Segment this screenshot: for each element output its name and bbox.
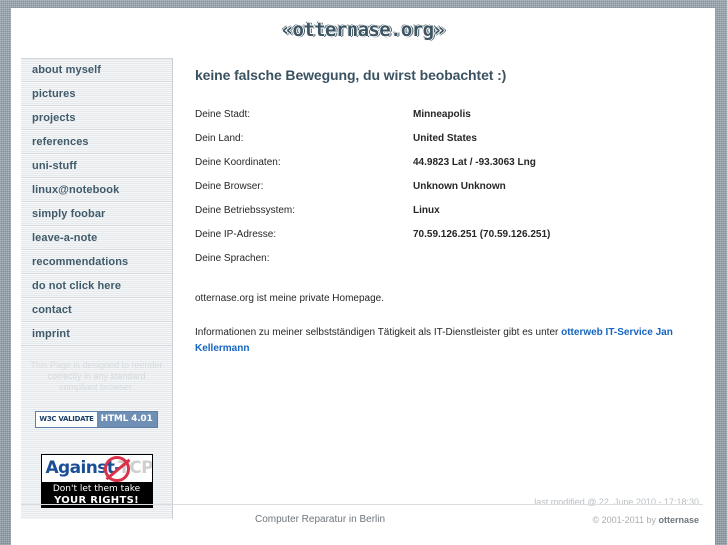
table-row: Deine Sprachen:	[195, 253, 550, 277]
site-footer: Computer Reparatur in Berlin © 2001-2011…	[21, 504, 703, 539]
info-label: Deine Koordinaten:	[195, 157, 281, 168]
info-value: United States	[413, 133, 477, 144]
service-paragraph: Informationen zu meiner selbstständigen …	[195, 325, 680, 357]
against-tcpa-badge[interactable]: Against-TCPA Don't let them take YOUR RI…	[40, 454, 153, 508]
sidebar-item-imprint[interactable]: imprint	[21, 322, 172, 346]
site-logo[interactable]: «otternase.org»	[11, 19, 715, 41]
tcpa-slogan-line1: Don't let them take	[52, 484, 141, 494]
sidebar-item-uni-stuff[interactable]: uni-stuff	[21, 154, 172, 178]
intro-paragraph: otternase.org ist meine private Homepage…	[195, 293, 384, 304]
tcpa-badge-title: Against-TCPA	[41, 455, 152, 482]
table-row: Deine Stadt: Minneapolis	[195, 109, 550, 133]
sidebar-nav: about myself pictures projects references un…	[21, 58, 172, 346]
service-paragraph-text: Informationen zu meiner selbstständigen …	[195, 327, 562, 338]
table-row: Deine Browser: Unknown Unknown	[195, 181, 550, 205]
info-value: Unknown Unknown	[413, 181, 506, 192]
sidebar-item-contact[interactable]: contact	[21, 298, 172, 322]
info-value: 44.9823 Lat / -93.3063 Lng	[413, 157, 536, 168]
info-label: Deine IP-Adresse:	[195, 229, 277, 240]
sidebar-item-linux-notebook[interactable]: linux@notebook	[21, 178, 172, 202]
info-label: Dein Land:	[195, 133, 244, 144]
sidebar-item-leave-a-note[interactable]: leave-a-note	[21, 226, 172, 250]
info-value: Linux	[413, 205, 440, 216]
info-label: Deine Stadt:	[195, 109, 251, 120]
sidebar-item-simply-foobar[interactable]: simply foobar	[21, 202, 172, 226]
browser-compat-note: This Page is designed to reender correct…	[30, 360, 163, 392]
table-row: Deine Koordinaten: 44.9823 Lat / -93.3063…	[195, 157, 550, 181]
sidebar: about myself pictures projects references un…	[21, 58, 173, 519]
footer-link-text[interactable]: Computer Reparatur in Berlin	[255, 514, 385, 525]
info-label: Deine Betriebssystem:	[195, 205, 296, 216]
page-title: keine falsche Bewegung, du wirst beobach…	[195, 67, 507, 83]
sidebar-item-about-myself[interactable]: about myself	[21, 58, 172, 82]
sidebar-item-projects[interactable]: projects	[21, 106, 172, 130]
table-row: Deine IP-Adresse: 70.59.126.251 (70.59.12…	[195, 229, 550, 253]
info-label: Deine Browser:	[195, 181, 264, 192]
w3c-html401-validator-badge[interactable]: W3C VALIDATE HTML 4.01	[35, 411, 158, 428]
page-container: «otternase.org» about myself pictures proj…	[11, 8, 715, 545]
info-value	[413, 253, 550, 277]
info-value: 70.59.126.251 (70.59.126.251)	[413, 229, 551, 240]
table-row: Dein Land: United States	[195, 133, 550, 157]
info-label: Deine Sprachen:	[195, 253, 270, 264]
footer-copyright: © 2001-2011 by otternase	[592, 515, 699, 525]
sidebar-badges: W3C VALIDATEHTML 4.01 Against-TCPA Don't…	[21, 393, 172, 508]
table-row: Deine Betriebssystem: Linux	[195, 205, 550, 229]
info-value: Minneapolis	[413, 109, 471, 120]
w3c-validate-label: W3C VALIDATE	[36, 412, 97, 427]
sidebar-item-do-not-click-here[interactable]: do not click here	[21, 274, 172, 298]
main-content: keine falsche Bewegung, du wirst beobach…	[186, 58, 703, 519]
sidebar-item-pictures[interactable]: pictures	[21, 82, 172, 106]
w3c-html-version-label: HTML 4.01	[96, 412, 157, 427]
sidebar-item-recommendations[interactable]: recommendations	[21, 250, 172, 274]
copyright-owner: otternase	[658, 515, 699, 525]
sidebar-item-references[interactable]: references	[21, 130, 172, 154]
site-header: «otternase.org»	[11, 8, 715, 48]
visitor-info-table: Deine Stadt: Minneapolis Dein Land: United …	[195, 109, 550, 277]
content-columns: about myself pictures projects references un…	[11, 48, 715, 519]
copyright-prefix: © 2001-2011 by	[592, 515, 659, 525]
